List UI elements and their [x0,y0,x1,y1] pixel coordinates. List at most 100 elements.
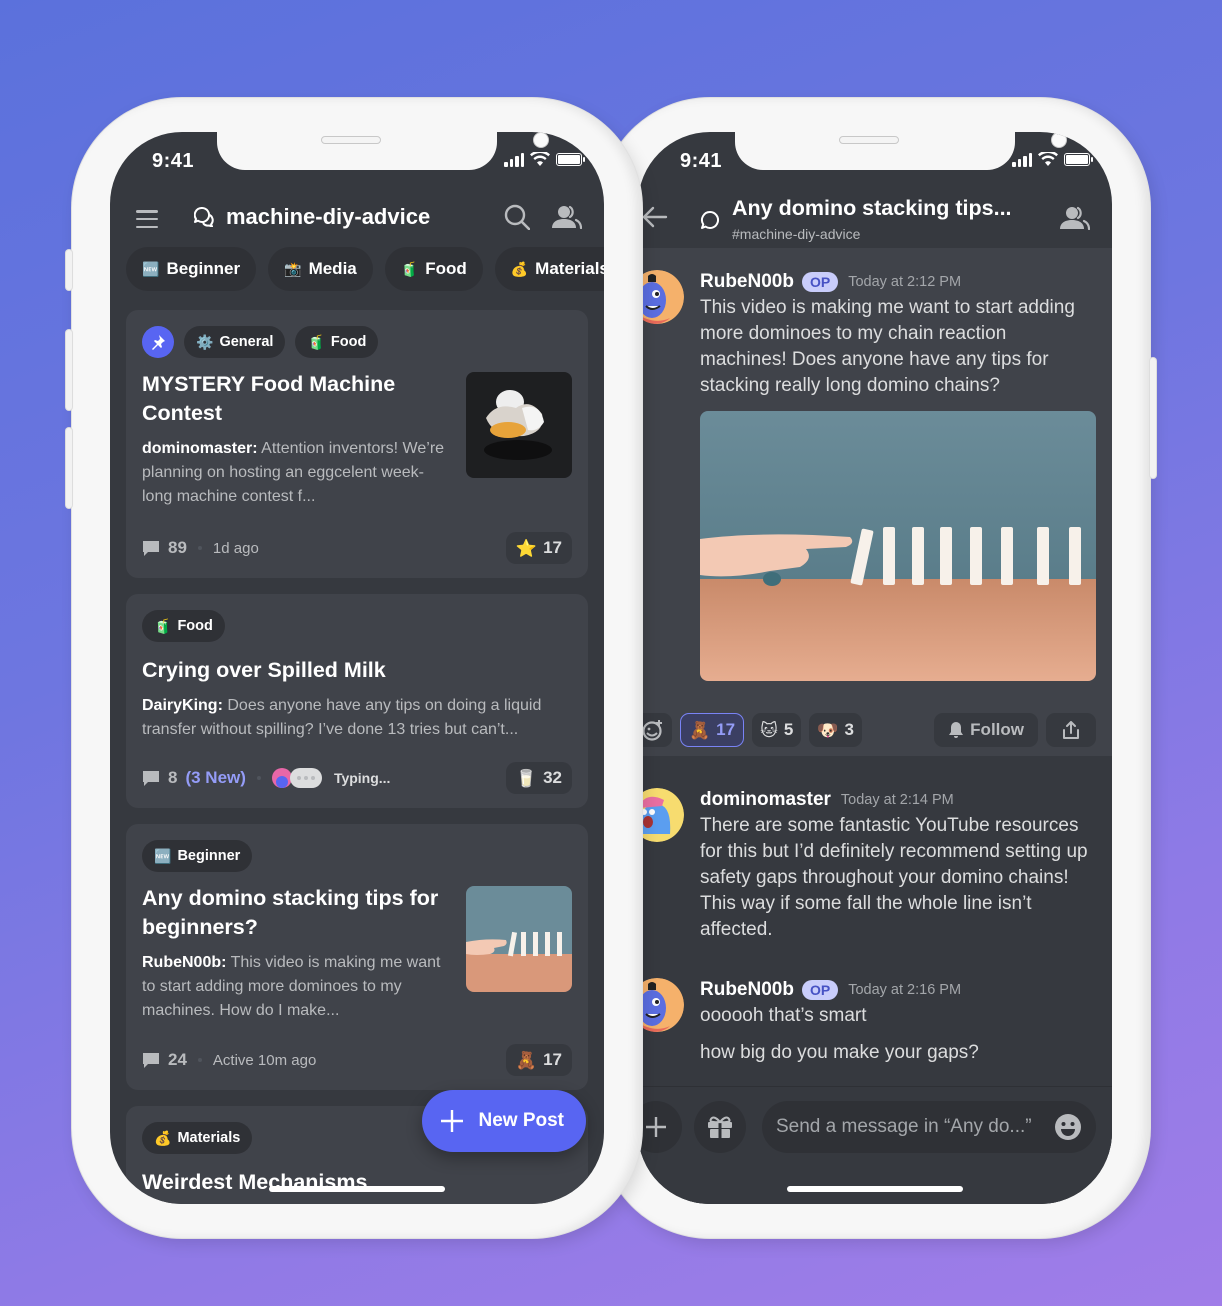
search-icon[interactable] [504,204,530,230]
message-count: 8 [168,768,178,787]
tag-label: Media [308,259,357,278]
post-card[interactable]: 🧃 Food Crying over Spilled Milk DairyKing… [126,594,588,808]
reaction-dog[interactable]: 🐶 3 [809,713,862,747]
timestamp: Today at 2:12 PM [848,274,962,290]
bell-icon [949,722,964,738]
message-text: oooooh that’s smart [700,1005,867,1026]
tag-label: Materials [177,1130,241,1146]
avatar[interactable] [638,788,684,842]
post-author: DairyKing: [142,697,223,714]
post-title: Any domino stacking tips for beginners? [142,886,439,939]
reaction-count: 3 [844,720,854,739]
phone-thread-view: 9:41 Any domino stacking tips... #machin… [600,98,1156,1238]
tag-label: Materials [535,259,604,278]
back-arrow-icon[interactable] [642,206,668,228]
juice-box-icon: 🧃 [400,261,419,277]
cracked-egg-thumbnail [466,372,572,478]
phone-forum-view: 9:41 machine-diy-advice 🆕 Beginner 📸 Media… [66,98,642,1238]
separator-dot [197,546,202,550]
new-icon: 🆕 [154,848,172,864]
members-icon[interactable] [1060,206,1090,230]
message-icon [143,541,159,556]
home-indicator[interactable] [787,1186,963,1192]
post-excerpt: dominomaster: Attention inventors! We’re… [142,437,446,509]
post-title: Weirdest Mechanisms [142,1170,368,1194]
tag-filter-food[interactable]: 🧃 Food [384,247,483,291]
follow-label: Follow [970,720,1024,739]
username[interactable]: RubeN00b [700,271,794,293]
tag-label: Food [425,259,467,278]
tag-filter-beginner[interactable]: 🆕 Beginner [126,247,257,291]
tag-filter-media[interactable]: 📸 Media [268,247,373,291]
post-card[interactable]: ⚙️ General 🧃 Food MYSTERY Food Machine Con… [126,310,588,578]
typing-user-avatar [271,768,292,788]
money-bag-icon: 💰 [510,261,529,277]
reaction-pill[interactable]: 🥛 32 [505,762,572,794]
home-indicator[interactable] [269,1186,445,1192]
battery-icon [556,153,585,166]
status-time: 9:41 [152,150,195,172]
post-tag: 💰 Materials [142,1122,253,1154]
message-input-wrapper [762,1101,1096,1153]
reaction-pill[interactable]: ⭐ 17 [505,532,572,564]
emoji-picker-icon[interactable] [1054,1113,1082,1141]
new-icon: 🆕 [142,261,160,277]
post-author: dominomaster: [142,440,258,457]
post-footer: 8 (3 New) Typing... 🥛 32 [142,762,572,794]
post-excerpt: RubeN00b: This video is making me want t… [142,951,446,1023]
thread-title: Any domino stacking tips... [732,196,1012,220]
timestamp: Today at 2:14 PM [840,792,954,808]
new-message-count: (3 New) [185,768,246,787]
members-icon[interactable] [552,205,582,229]
message-input[interactable] [776,1116,1054,1138]
reaction-cat[interactable]: 🐱 5 [752,713,802,747]
post-card[interactable]: 🆕 Beginner Any domino stacking tips for b… [126,824,588,1090]
thread-starter: RubeN00b OP Today at 2:12 PM This video … [638,248,1112,756]
tag-filter-bar: 🆕 Beginner 📸 Media 🧃 Food 💰 Materials [126,247,604,291]
domino-video-attachment[interactable] [700,411,1096,681]
menu-icon[interactable] [136,210,158,228]
star-icon: ⭐ [515,538,538,558]
reaction-bear[interactable]: 🧸 17 [680,713,745,747]
username[interactable]: dominomaster [700,789,831,811]
post-tag: 🧃 Food [295,326,379,358]
gear-icon: ⚙️ [196,334,214,350]
attach-button[interactable] [638,1101,682,1153]
typing-indicator: Typing... [271,768,391,788]
cat-emoji-icon: 🐱 [760,720,778,740]
message-icon [143,771,159,786]
post-time: Active 10m ago [212,1051,317,1069]
post-tag: 🆕 Beginner [142,840,253,872]
follow-button[interactable]: Follow [934,713,1038,747]
post-time: 1d ago [212,539,259,557]
avatar[interactable] [638,978,684,1032]
reaction-count: 5 [783,720,794,739]
avatar[interactable] [638,270,684,324]
typing-text: Typing... [333,770,391,786]
reaction-count: 32 [543,768,562,787]
message-count: 24 [168,1050,187,1069]
money-bag-icon: 💰 [154,1130,172,1146]
share-button[interactable] [1046,713,1096,747]
add-reaction-icon [642,720,662,741]
tag-label: Food [330,334,367,350]
op-badge: OP [801,272,839,292]
milk-icon: 🥛 [515,768,538,788]
volume-down-button [66,428,72,508]
new-post-button[interactable]: New Post [422,1090,586,1152]
gift-icon [708,1116,732,1138]
thread-channel[interactable]: #machine-diy-advice [732,226,860,242]
reaction-count: 17 [716,720,736,739]
status-time: 9:41 [680,150,723,172]
reaction-pill[interactable]: 🧸 17 [505,1044,572,1076]
juice-box-icon: 🧃 [307,334,325,350]
username[interactable]: RubeN00b [700,979,794,1001]
speaker [839,136,899,144]
message-text: There are some fantastic YouTube resourc… [700,815,1088,940]
tag-filter-materials[interactable]: 💰 Materials [494,247,604,291]
new-post-label: New Post [478,1110,564,1131]
post-excerpt: DairyKing: Does anyone have any tips on … [142,694,572,742]
thread-screen: 9:41 Any domino stacking tips... #machin… [638,132,1112,1204]
gift-button[interactable] [694,1101,746,1153]
add-reaction-button[interactable] [638,713,672,747]
